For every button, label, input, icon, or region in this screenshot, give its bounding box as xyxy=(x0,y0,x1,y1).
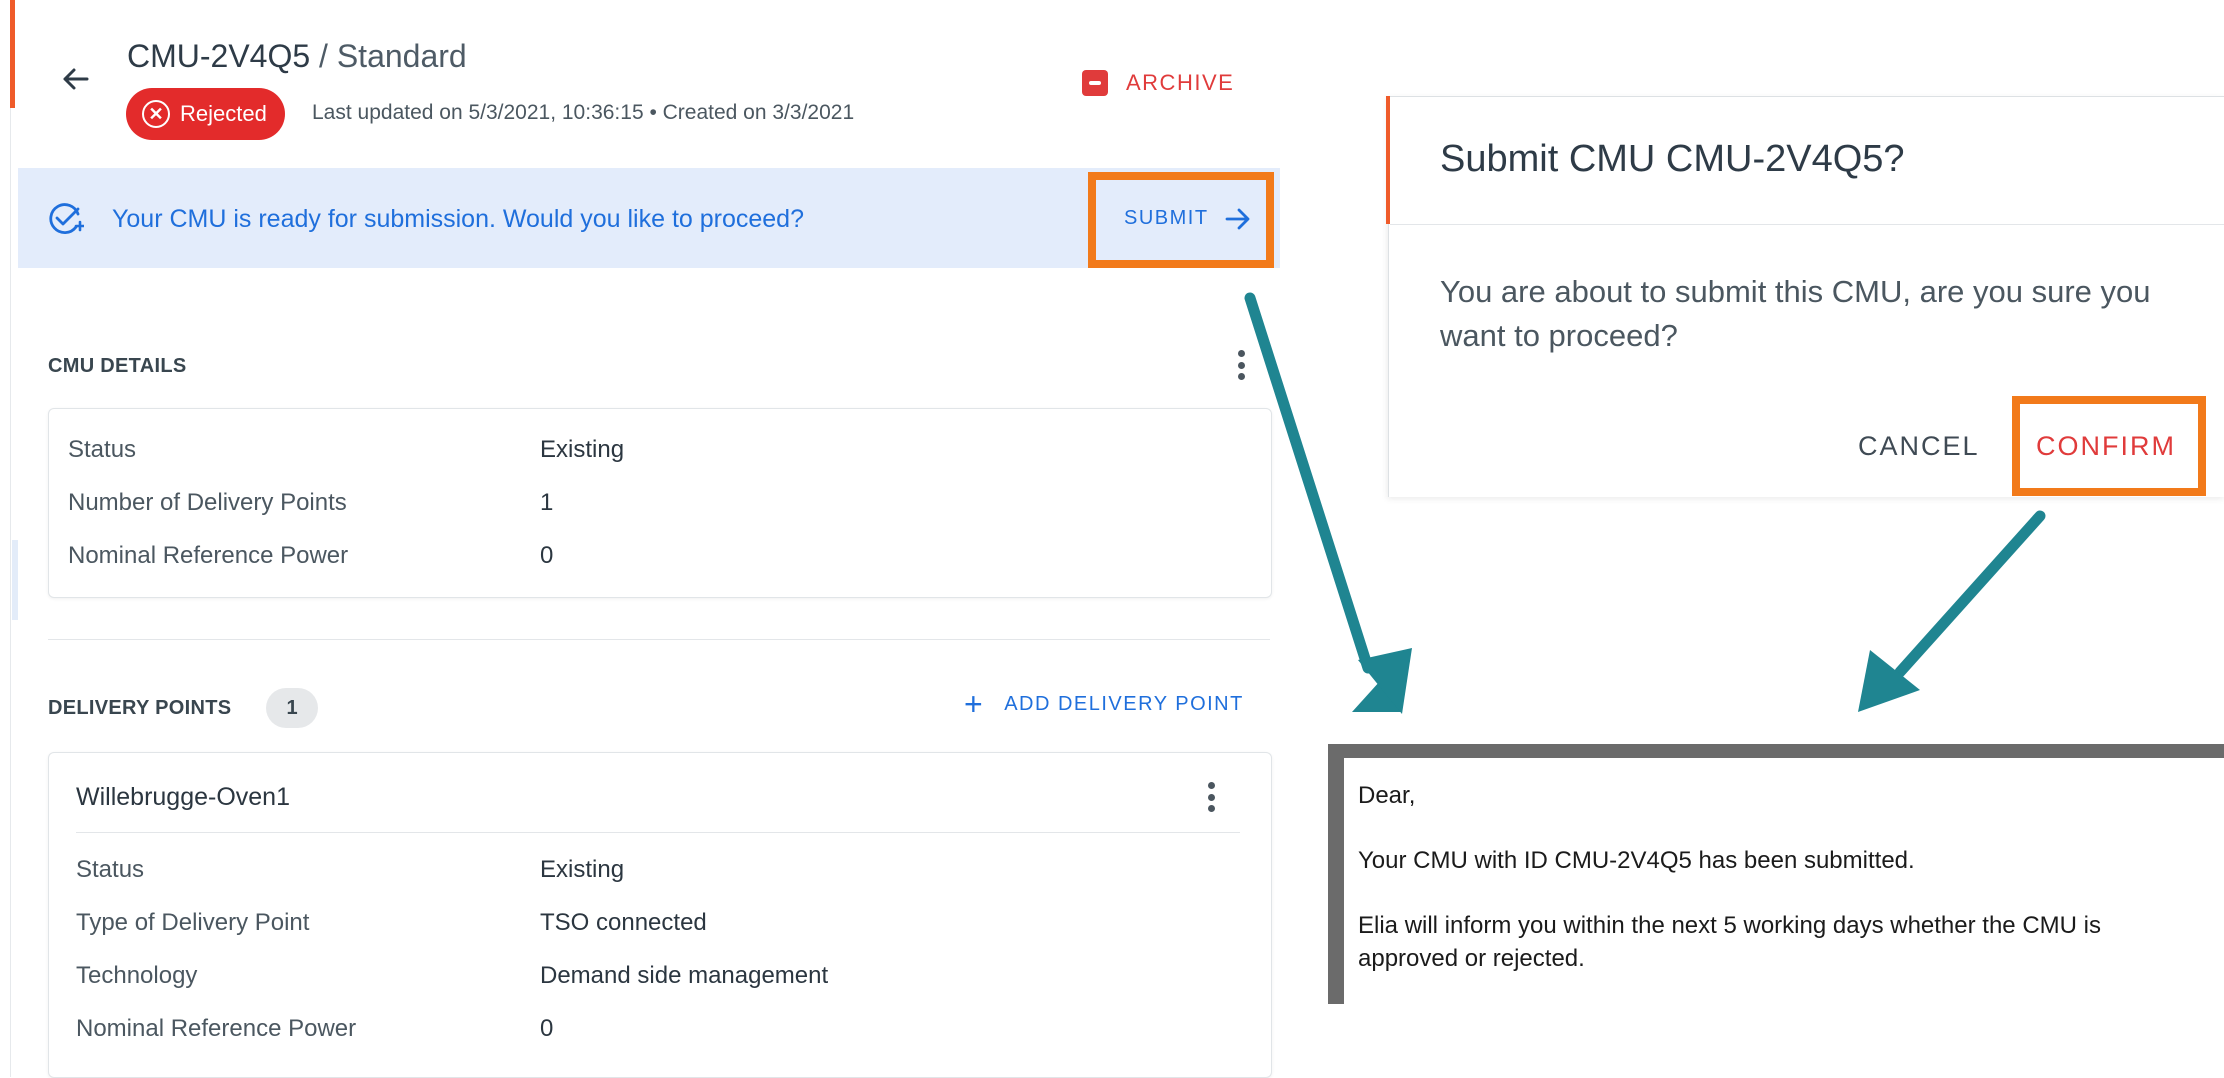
flow-arrow-line xyxy=(1894,510,2046,678)
flow-arrow-line xyxy=(1244,292,1374,674)
flow-arrows xyxy=(1244,292,2046,714)
